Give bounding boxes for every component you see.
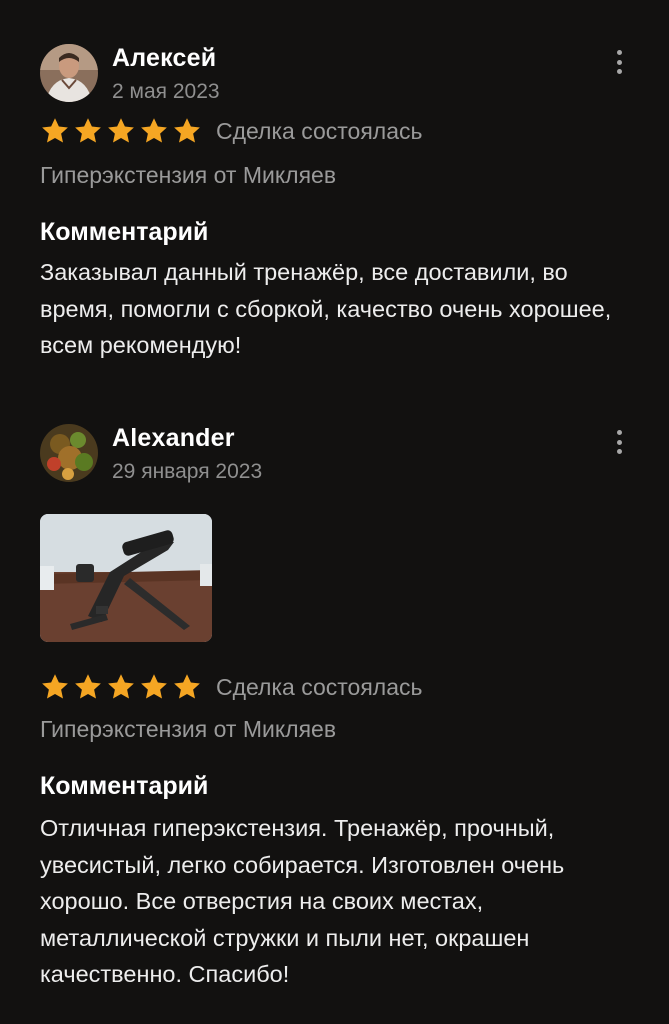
star-icon [73, 672, 103, 702]
review-header: Алексей 2 мая 2023 [0, 42, 669, 104]
review-date: 29 января 2023 [112, 460, 263, 483]
star-icon [106, 672, 136, 702]
product-name: Гиперэкстензия от Микляев [40, 716, 337, 742]
star-icon [40, 116, 70, 146]
star-icon [139, 672, 169, 702]
review-header: Alexander 29 января 2023 [0, 422, 669, 484]
author-name[interactable]: Алексей [112, 44, 216, 73]
product-name: Гиперэкстензия от Микляев [40, 162, 337, 188]
star-icon [172, 672, 202, 702]
author-name[interactable]: Alexander [112, 424, 235, 453]
review-card: Alexander 29 января 2023 Сделка состояла… [0, 422, 669, 987]
star-rating [40, 672, 202, 702]
review-date: 2 мая 2023 [112, 80, 220, 103]
review-card: Алексей 2 мая 2023 Сделка состоялась Гип… [0, 42, 669, 358]
more-vertical-icon[interactable] [609, 428, 629, 456]
comment-title: Комментарий [40, 772, 209, 800]
comment-text: Заказывал данный тренажёр, все доставили… [40, 259, 612, 358]
star-icon [139, 116, 169, 146]
star-icon [106, 116, 136, 146]
comment-title: Комментарий [40, 218, 209, 246]
comment-text: Отличная гиперэкстензия. Тренажёр, прочн… [40, 815, 565, 987]
rating-row: Сделка состоялась [40, 116, 423, 146]
avatar[interactable] [40, 424, 98, 482]
more-vertical-icon[interactable] [609, 48, 629, 76]
star-icon [73, 116, 103, 146]
reviews-page: Алексей 2 мая 2023 Сделка состоялась Гип… [0, 0, 669, 1024]
star-icon [40, 672, 70, 702]
star-rating [40, 116, 202, 146]
avatar[interactable] [40, 44, 98, 102]
star-icon [172, 116, 202, 146]
deal-status: Сделка состоялась [216, 117, 423, 144]
rating-row: Сделка состоялась [40, 672, 423, 702]
deal-status: Сделка состоялась [216, 673, 423, 700]
review-photo[interactable] [40, 514, 212, 642]
